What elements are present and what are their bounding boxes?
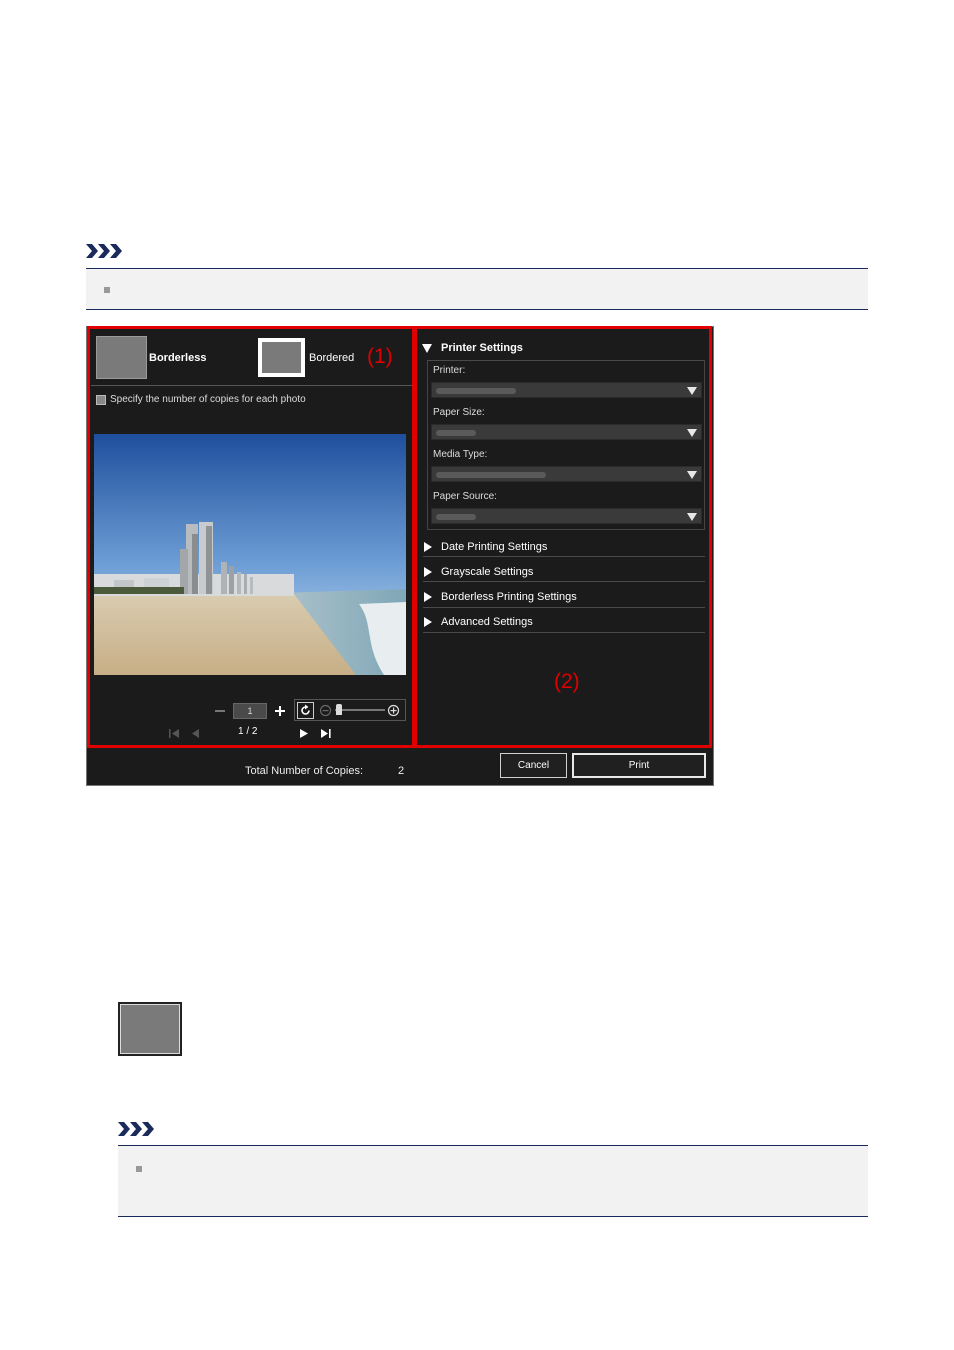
note-box <box>118 1145 868 1217</box>
total-copies-value: 2 <box>398 765 405 777</box>
cancel-button-label: Cancel <box>517 760 550 771</box>
region-2-label: (2) <box>554 670 580 693</box>
note-box <box>86 268 868 310</box>
print-button-label: Print <box>628 760 650 771</box>
total-copies-label: Total Number of Copies: <box>245 765 363 777</box>
layout-sample-thumbnail <box>118 1002 182 1056</box>
note-chevrons-icon <box>118 1120 158 1138</box>
print-button[interactable]: Print <box>572 753 706 778</box>
bullet <box>136 1166 142 1172</box>
bullet <box>104 287 110 293</box>
cancel-button[interactable]: Cancel <box>500 753 567 778</box>
region-1-highlight <box>87 326 415 748</box>
region-1-label: (1) <box>367 345 393 368</box>
note-chevrons-icon <box>86 242 126 260</box>
